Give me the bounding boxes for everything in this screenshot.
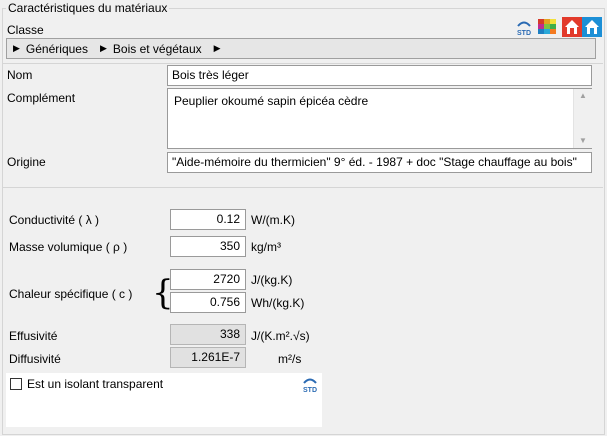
classe-breadcrumb: ▶ Génériques ▶ Bois et végétaux ▶ xyxy=(6,38,596,59)
origine-label: Origine xyxy=(7,155,46,169)
chaleur-whkgk-unit: Wh/(kg.K) xyxy=(251,296,305,310)
complement-text: Peuplier okoumé sapin épicéa cèdre xyxy=(174,94,369,108)
breadcrumb-arrow-icon[interactable]: ▶ xyxy=(100,43,107,54)
std-icon-text: STD xyxy=(517,30,531,37)
conductivite-unit: W/(m.K) xyxy=(251,213,295,227)
group-title: Caractéristiques du matériaux xyxy=(6,1,170,15)
divider xyxy=(2,63,603,64)
breadcrumb-item-generiques[interactable]: Génériques xyxy=(26,42,88,56)
chaleur-jkgk-unit: J/(kg.K) xyxy=(251,273,293,287)
diffusivite-unit: m²/s xyxy=(278,352,302,366)
scroll-up-icon[interactable]: ▲ xyxy=(574,89,592,103)
diffusivite-label: Diffusivité xyxy=(9,352,61,366)
scroll-down-icon[interactable]: ▼ xyxy=(574,134,592,148)
breadcrumb-arrow-icon[interactable]: ▶ xyxy=(214,43,221,54)
masse-unit: kg/m³ xyxy=(251,240,281,254)
breadcrumb-item-bois[interactable]: Bois et végétaux xyxy=(113,42,202,56)
complement-scrollbar[interactable]: ▲ ▼ xyxy=(573,89,592,148)
isolant-label[interactable]: Est un isolant transparent xyxy=(27,377,163,391)
chaleur-whkgk-input[interactable]: 0.756 xyxy=(170,292,246,313)
std-icon[interactable]: STD xyxy=(512,17,536,37)
nom-input[interactable]: Bois très léger xyxy=(167,65,592,86)
complement-label: Complément xyxy=(7,91,76,105)
color-grid-icon[interactable] xyxy=(536,17,560,37)
house-blue-icon[interactable] xyxy=(582,17,602,37)
effusivite-label: Effusivité xyxy=(9,329,58,343)
conductivite-label: Conductivité ( λ ) xyxy=(9,213,100,227)
masse-label: Masse volumique ( ρ ) xyxy=(9,240,128,254)
std-icon[interactable]: STD xyxy=(299,374,321,394)
std-icon-text: STD xyxy=(303,387,317,394)
isolant-checkbox[interactable] xyxy=(10,378,22,390)
masse-input[interactable]: 350 xyxy=(170,236,246,257)
effusivite-unit: J/(K.m².√s) xyxy=(251,329,310,343)
classe-label: Classe xyxy=(7,23,44,37)
conductivite-input[interactable]: 0.12 xyxy=(170,209,246,230)
chaleur-label: Chaleur spécifique ( c ) xyxy=(9,287,133,301)
house-red-icon[interactable] xyxy=(562,17,582,37)
breadcrumb-arrow-icon[interactable]: ▶ xyxy=(13,43,20,54)
nom-label: Nom xyxy=(7,68,33,82)
chaleur-jkgk-input[interactable]: 2720 xyxy=(170,269,246,290)
complement-textarea[interactable]: Peuplier okoumé sapin épicéa cèdre xyxy=(167,88,592,149)
effusivite-value: 338 xyxy=(170,324,246,345)
diffusivite-value: 1.261E-7 xyxy=(170,347,246,368)
origine-input[interactable]: "Aide-mémoire du thermicien" 9° éd. - 19… xyxy=(167,152,592,173)
divider xyxy=(2,187,603,188)
